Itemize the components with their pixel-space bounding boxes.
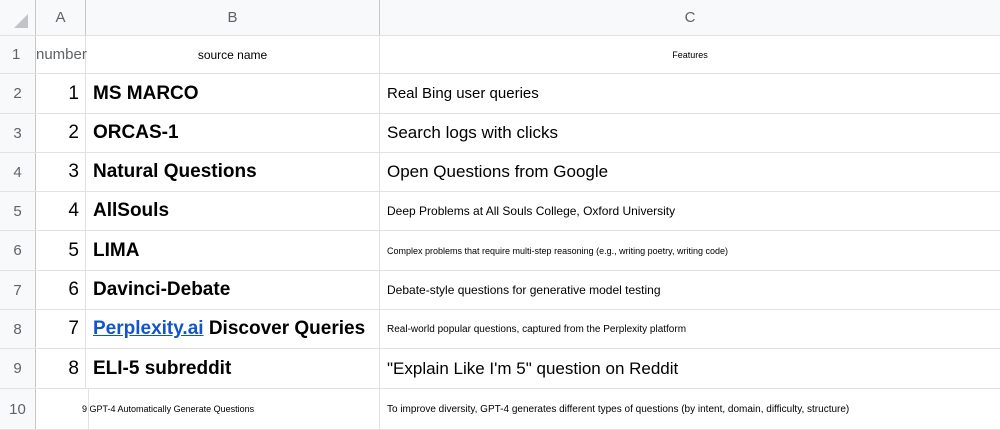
row-header[interactable]: 5 (0, 192, 36, 230)
source-name-header: source name (197, 47, 268, 62)
cell-features[interactable]: Open Questions from Google (380, 153, 1000, 191)
cell-b1[interactable]: source name (86, 36, 380, 73)
table-row: 4 3 Natural Questions Open Questions fro… (0, 153, 1000, 192)
cell-features[interactable]: Complex problems that require multi-step… (380, 231, 1000, 270)
source-rest-text: Discover Queries (203, 318, 366, 339)
source-text: GPT-4 Automatically Generate Questions (89, 404, 255, 414)
cell-number[interactable]: 4 (36, 192, 86, 230)
cell-a1[interactable]: number (36, 36, 87, 73)
column-header-b[interactable]: B (86, 0, 380, 35)
row-header[interactable]: 7 (0, 271, 36, 309)
row-header[interactable]: 6 (0, 231, 36, 270)
cell-c1[interactable]: Features (380, 36, 1000, 73)
merged-number-source-text: 9 GPT-4 Automatically Generate Questions (82, 404, 254, 414)
column-header-row: A B C (0, 0, 1000, 36)
row-header[interactable]: 1 (0, 36, 36, 73)
column-header-a[interactable]: A (36, 0, 86, 35)
cell-number[interactable]: 2 (36, 114, 86, 152)
perplexity-link[interactable]: Perplexity.ai (93, 318, 204, 340)
number-header-text: number (36, 46, 87, 63)
cell-features[interactable]: Search logs with clicks (380, 114, 1000, 152)
row-header[interactable]: 2 (0, 74, 36, 113)
table-row: 5 4 AllSouls Deep Problems at All Souls … (0, 192, 1000, 231)
cell-number[interactable]: 1 (36, 74, 86, 113)
table-row: 1 number source name Features (0, 36, 1000, 74)
row-header[interactable]: 8 (0, 310, 36, 348)
cell-number[interactable]: 5 (36, 231, 86, 270)
table-row: 3 2 ORCAS-1 Search logs with clicks (0, 114, 1000, 153)
cell-source[interactable]: Natural Questions (86, 153, 380, 191)
table-row: 6 5 LIMA Complex problems that require m… (0, 231, 1000, 271)
row-header[interactable]: 10 (0, 389, 36, 429)
table-row: 8 7 Perplexity.ai Discover Queries Real-… (0, 310, 1000, 349)
cell-features[interactable]: "Explain Like I'm 5" question on Reddit (380, 349, 1000, 388)
row-number: 1 (12, 46, 21, 63)
select-all-corner[interactable] (0, 0, 36, 35)
features-header: Features (672, 49, 708, 60)
row-header[interactable]: 4 (0, 153, 36, 191)
row-header[interactable]: 9 (0, 349, 36, 388)
cell-source[interactable]: ELI-5 subreddit (86, 349, 380, 388)
cell-source[interactable]: Perplexity.ai Discover Queries (86, 310, 380, 348)
table-row: 2 1 MS MARCO Real Bing user queries (0, 74, 1000, 114)
cell-number[interactable]: 8 (36, 349, 86, 388)
cell-source[interactable]: LIMA (86, 231, 380, 270)
number-text: 9 (82, 404, 88, 414)
table-row: 10 9 GPT-4 Automatically Generate Questi… (0, 389, 1000, 430)
cell-number[interactable]: 3 (36, 153, 86, 191)
table-row: 9 8 ELI-5 subreddit "Explain Like I'm 5"… (0, 349, 1000, 389)
column-header-c[interactable]: C (380, 0, 1000, 35)
cell-features[interactable]: Real Bing user queries (380, 74, 1000, 113)
cell-source[interactable]: Davinci-Debate (86, 271, 380, 309)
cell-features[interactable]: Deep Problems at All Souls College, Oxfo… (380, 192, 1000, 230)
cell-features[interactable]: Real-world popular questions, captured f… (380, 310, 1000, 348)
cell-features[interactable]: To improve diversity, GPT-4 generates di… (380, 389, 1000, 429)
table-row: 7 6 Davinci-Debate Debate-style question… (0, 271, 1000, 310)
cell-source[interactable]: ORCAS-1 (86, 114, 380, 152)
cell-features[interactable]: Debate-style questions for generative mo… (380, 271, 1000, 309)
row-header[interactable]: 3 (0, 114, 36, 152)
cell-number[interactable]: 9 GPT-4 Automatically Generate Questions (36, 389, 254, 429)
cell-number[interactable]: 6 (36, 271, 86, 309)
cell-number[interactable]: 7 (36, 310, 86, 348)
select-all-triangle-icon (13, 13, 28, 28)
spreadsheet: A B C 1 number source name Features 2 1 … (0, 0, 1000, 430)
cell-source[interactable]: MS MARCO (86, 74, 380, 113)
cell-source[interactable]: AllSouls (86, 192, 380, 230)
